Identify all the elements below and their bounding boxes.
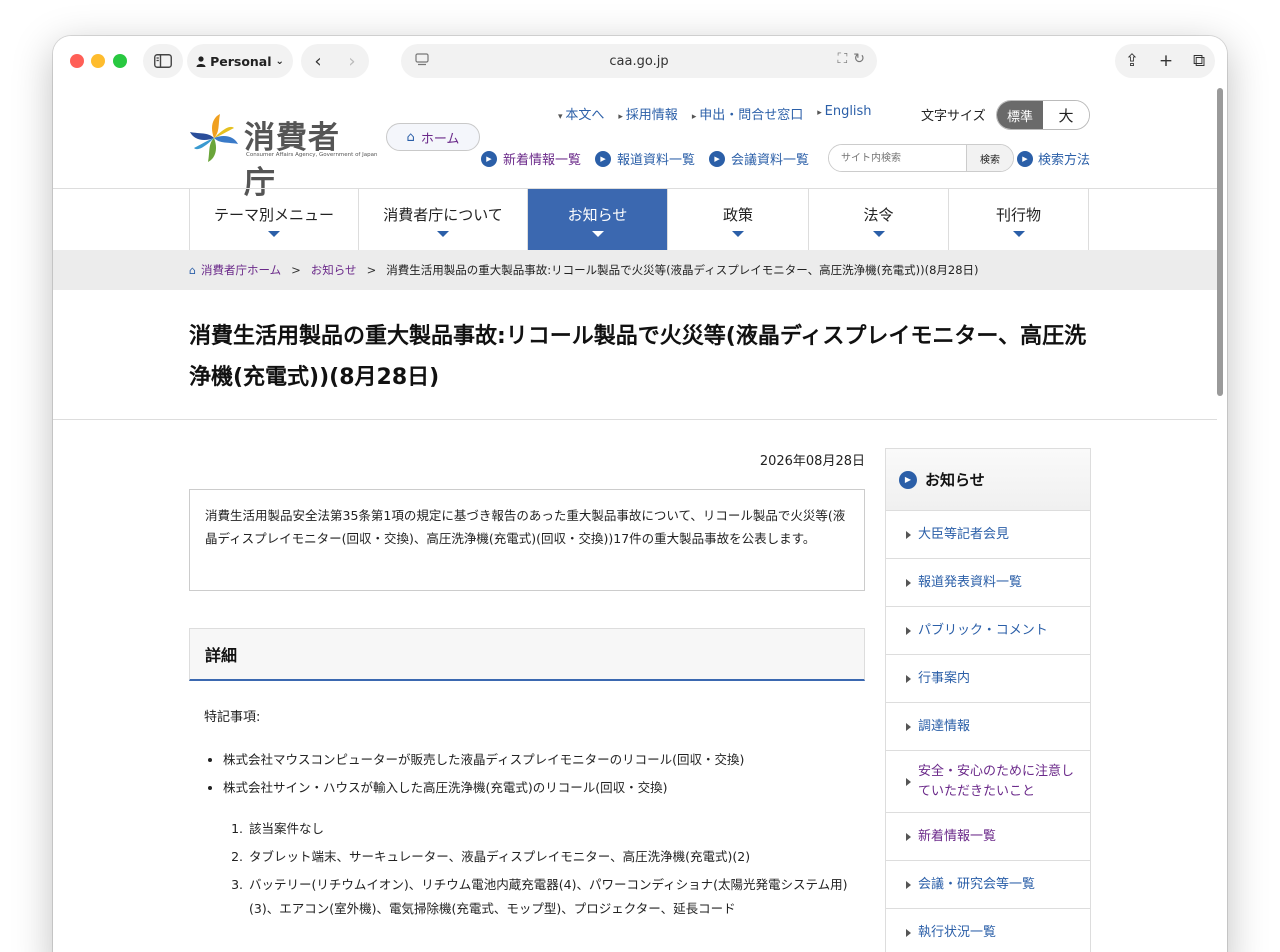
list-item: 3. バッテリー(リチウムイオン)、リチウム電池内蔵充電器(4)、パワーコンディシ…	[231, 877, 848, 916]
title-area: 消費生活用製品の重大製品事故:リコール製品で火災等(液晶ディスプレイモニター、高…	[53, 290, 1217, 420]
history-nav: ‹ ›	[301, 44, 369, 78]
english-link[interactable]: English	[817, 104, 872, 123]
url-text: caa.go.jp	[609, 53, 669, 69]
site-search: 検索	[828, 144, 1014, 172]
arrow-circle-icon: ▶	[481, 150, 497, 167]
search-help-link[interactable]: ▶ 検索方法	[1017, 149, 1090, 168]
profile-button[interactable]: Personal ⌄	[187, 44, 293, 78]
list-item: 株式会社サイン・ハウスが輸入した高圧洗浄機(充電式)のリコール(回収・交換)	[223, 774, 744, 802]
category-list: 1. 該当案件なし 2. タブレット端末、サーキュレーター、液晶ディスプレイモニター…	[227, 817, 877, 925]
caret-down-icon	[732, 230, 744, 237]
font-size-standard-button[interactable]: 標準	[997, 101, 1043, 129]
search-button[interactable]: 検索	[966, 145, 1013, 171]
nav-about[interactable]: 消費者庁について	[359, 189, 528, 251]
sidebar-item-press-releases[interactable]: 報道発表資料一覧	[886, 559, 1090, 607]
arrow-circle-icon: ▶	[899, 470, 917, 489]
profile-label: Personal	[210, 53, 272, 69]
breadcrumb: ⌂ 消費者庁ホーム > お知らせ > 消費生活用製品の重大製品事故:リコール製品…	[53, 250, 1217, 290]
home-icon: ⌂	[406, 129, 415, 145]
nav-policy[interactable]: 政策	[668, 189, 809, 251]
nav-publications[interactable]: 刊行物	[949, 189, 1089, 251]
breadcrumb-separator: >	[291, 263, 301, 277]
chevron-down-icon: ⌄	[275, 55, 284, 67]
sidebar-item-public-comment[interactable]: パブリック・コメント	[886, 607, 1090, 655]
font-size-toggle: 標準 大	[996, 100, 1090, 130]
logo-mark-icon	[190, 114, 238, 162]
page-title: 消費生活用製品の重大製品事故:リコール製品で火災等(液晶ディスプレイモニター、高…	[189, 324, 1087, 390]
recruit-link[interactable]: 採用情報	[618, 104, 678, 123]
global-nav: テーマ別メニュー 消費者庁について お知らせ 政策 法令 刊行物	[53, 188, 1217, 251]
close-window-button[interactable]	[70, 54, 84, 68]
sidebar-item-enforcement[interactable]: 執行状況一覧	[886, 909, 1090, 952]
detail-heading: 詳細	[189, 628, 865, 681]
sidebar-item-safety[interactable]: 安全・安心のために注意していただきたいこと	[886, 751, 1090, 813]
list-item: 2. タブレット端末、サーキュレーター、液晶ディスプレイモニター、高圧洗浄機(充電…	[231, 849, 751, 864]
share-icon[interactable]: ⇪	[1125, 51, 1139, 71]
caret-down-icon	[1012, 230, 1025, 237]
arrow-circle-icon: ▶	[709, 150, 726, 167]
sidebar-item-meetings[interactable]: 会議・研究会等一覧	[886, 861, 1090, 909]
nav-laws[interactable]: 法令	[809, 189, 949, 251]
list-item: 1. 該当案件なし	[231, 821, 325, 836]
site-header: 消費者庁 Consumer Affairs Agency, Government…	[53, 88, 1217, 201]
special-notes-label: 特記事項:	[204, 710, 261, 725]
sidebar-icon	[154, 54, 172, 68]
back-icon[interactable]: ‹	[314, 51, 321, 72]
arrow-circle-icon: ▶	[1017, 150, 1033, 167]
forward-icon[interactable]: ›	[348, 51, 355, 72]
skip-to-content-link[interactable]: 本文へ	[558, 104, 604, 123]
sidebar-toggle-button[interactable]	[143, 44, 183, 78]
sidebar-item-events[interactable]: 行事案内	[886, 655, 1090, 703]
breadcrumb-current: 消費生活用製品の重大製品事故:リコール製品で火災等(液晶ディスプレイモニター、高…	[386, 263, 979, 277]
page-scrollbar[interactable]	[1217, 88, 1223, 396]
caret-down-icon	[268, 230, 280, 237]
address-bar[interactable]: caa.go.jp ⛶ ↻	[401, 44, 877, 78]
sidebar-item-news-list[interactable]: 新着情報一覧	[886, 813, 1090, 861]
breadcrumb-news[interactable]: お知らせ	[311, 262, 357, 278]
logo-subtitle: Consumer Affairs Agency, Government of J…	[246, 152, 378, 158]
quick-links: ▶ 新着情報一覧 ▶ 報道資料一覧 ▶ 会議資料一覧	[481, 149, 809, 168]
browser-window: Personal ⌄ ‹ › caa.go.jp ⛶ ↻ ⇪ + ⧉ 消費者庁 …	[53, 36, 1227, 952]
news-list-link[interactable]: ▶ 新着情報一覧	[481, 149, 581, 168]
new-tab-icon[interactable]: +	[1159, 51, 1173, 71]
home-icon: ⌂	[189, 263, 196, 277]
caret-down-icon	[437, 230, 449, 237]
caret-down-icon	[591, 230, 604, 237]
special-notes-list: 株式会社マウスコンピューターが販売した液晶ディスプレイモニターのリコール(回収・…	[223, 746, 744, 802]
breadcrumb-home[interactable]: 消費者庁ホーム	[201, 262, 281, 278]
sidebar-heading: ▶ お知らせ	[886, 449, 1090, 511]
web-page: 消費者庁 Consumer Affairs Agency, Government…	[53, 88, 1217, 952]
translate-icon[interactable]: ⛶	[837, 51, 847, 67]
sidebar-item-procurement[interactable]: 調達情報	[886, 703, 1090, 751]
font-size-label: 文字サイズ	[921, 109, 986, 124]
summary-box: 消費生活用製品安全法第35条第1項の規定に基づき報告のあった重大製品事故について…	[189, 489, 865, 591]
reload-icon[interactable]: ↻	[853, 51, 865, 67]
font-size-large-button[interactable]: 大	[1043, 101, 1089, 129]
tabs-overview-icon[interactable]: ⧉	[1193, 51, 1205, 71]
toolbar-actions: ⇪ + ⧉	[1115, 44, 1215, 78]
page-menu-icon[interactable]	[415, 53, 429, 67]
home-label: ホーム	[420, 131, 460, 147]
home-button[interactable]: ⌂ ホーム	[386, 123, 480, 151]
utility-links: 本文へ 採用情報 申出・問合せ窓口 English	[558, 104, 872, 123]
nav-theme-menu[interactable]: テーマ別メニュー	[190, 189, 359, 251]
list-item: 株式会社マウスコンピューターが販売した液晶ディスプレイモニターのリコール(回収・…	[223, 746, 744, 774]
breadcrumb-separator: >	[366, 263, 377, 277]
meeting-list-link[interactable]: ▶ 会議資料一覧	[709, 149, 809, 168]
caret-down-icon	[872, 230, 885, 237]
contact-link[interactable]: 申出・問合せ窓口	[692, 104, 803, 123]
sidebar-menu: ▶ お知らせ 大臣等記者会見 報道発表資料一覧 パブリック・コメント 行事案内 …	[885, 448, 1091, 952]
press-list-link[interactable]: ▶ 報道資料一覧	[595, 149, 695, 168]
browser-toolbar: Personal ⌄ ‹ › caa.go.jp ⛶ ↻ ⇪ + ⧉	[53, 36, 1227, 88]
search-input[interactable]	[829, 145, 966, 171]
site-logo[interactable]: 消費者庁 Consumer Affairs Agency, Government…	[188, 112, 377, 201]
minimize-window-button[interactable]	[91, 54, 105, 68]
sidebar-item-press-conference[interactable]: 大臣等記者会見	[886, 511, 1090, 559]
publish-date: 2026年08月28日	[759, 454, 865, 469]
zoom-window-button[interactable]	[113, 54, 127, 68]
arrow-circle-icon: ▶	[595, 150, 612, 167]
nav-news[interactable]: お知らせ	[528, 189, 668, 251]
person-icon	[196, 55, 206, 67]
